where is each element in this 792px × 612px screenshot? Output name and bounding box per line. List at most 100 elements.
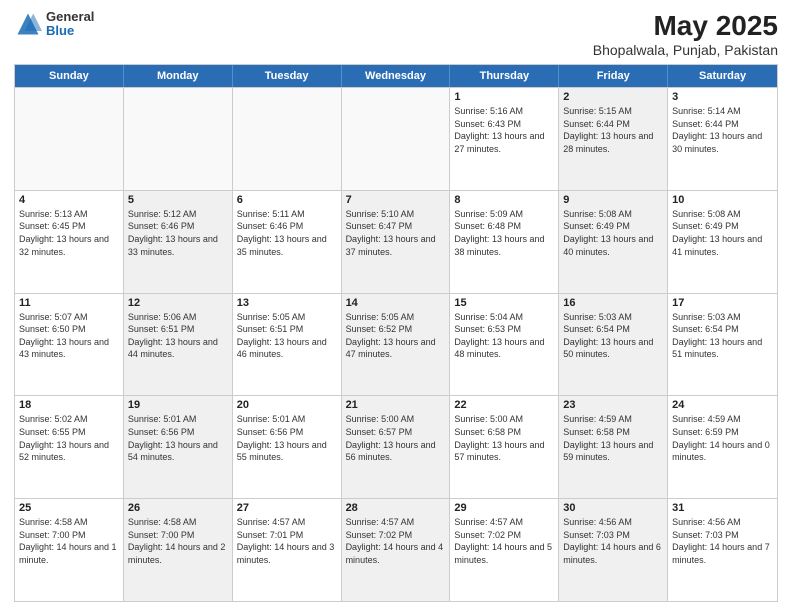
sunset-text: Sunset: 6:50 PM [19, 323, 119, 336]
calendar-cell: 28Sunrise: 4:57 AMSunset: 7:02 PMDayligh… [342, 499, 451, 601]
daylight-text: Daylight: 14 hours and 0 minutes. [672, 439, 773, 464]
sunset-text: Sunset: 7:00 PM [128, 529, 228, 542]
daylight-text: Daylight: 13 hours and 27 minutes. [454, 130, 554, 155]
sunset-text: Sunset: 6:47 PM [346, 220, 446, 233]
sunset-text: Sunset: 7:02 PM [346, 529, 446, 542]
day-number: 28 [346, 502, 446, 514]
logo-blue-text: Blue [46, 24, 94, 38]
day-number: 16 [563, 297, 663, 309]
day-header-friday: Friday [559, 65, 668, 87]
day-header-tuesday: Tuesday [233, 65, 342, 87]
page: General Blue May 2025 Bhopalwala, Punjab… [0, 0, 792, 612]
sunset-text: Sunset: 6:56 PM [237, 426, 337, 439]
day-number: 7 [346, 194, 446, 206]
day-number: 18 [19, 399, 119, 411]
sunrise-text: Sunrise: 4:58 AM [19, 516, 119, 529]
day-number: 15 [454, 297, 554, 309]
daylight-text: Daylight: 14 hours and 1 minute. [19, 541, 119, 566]
day-header-monday: Monday [124, 65, 233, 87]
sunset-text: Sunset: 6:44 PM [563, 118, 663, 131]
calendar-cell: 3Sunrise: 5:14 AMSunset: 6:44 PMDaylight… [668, 88, 777, 190]
daylight-text: Daylight: 13 hours and 51 minutes. [672, 336, 773, 361]
calendar-cell: 31Sunrise: 4:56 AMSunset: 7:03 PMDayligh… [668, 499, 777, 601]
day-number: 21 [346, 399, 446, 411]
calendar-subtitle: Bhopalwala, Punjab, Pakistan [593, 42, 778, 58]
sunset-text: Sunset: 6:51 PM [237, 323, 337, 336]
day-number: 9 [563, 194, 663, 206]
day-number: 13 [237, 297, 337, 309]
sunset-text: Sunset: 6:48 PM [454, 220, 554, 233]
sunset-text: Sunset: 6:57 PM [346, 426, 446, 439]
day-number: 23 [563, 399, 663, 411]
day-header-saturday: Saturday [668, 65, 777, 87]
daylight-text: Daylight: 14 hours and 7 minutes. [672, 541, 773, 566]
daylight-text: Daylight: 13 hours and 57 minutes. [454, 439, 554, 464]
daylight-text: Daylight: 14 hours and 5 minutes. [454, 541, 554, 566]
day-number: 4 [19, 194, 119, 206]
calendar-cell: 15Sunrise: 5:04 AMSunset: 6:53 PMDayligh… [450, 294, 559, 396]
sunrise-text: Sunrise: 5:03 AM [563, 311, 663, 324]
sunrise-text: Sunrise: 5:09 AM [454, 208, 554, 221]
calendar-cell: 17 Sunrise: 5:03 AMSunset: 6:54 PMDayligh… [668, 294, 777, 396]
daylight-text: Daylight: 13 hours and 44 minutes. [128, 336, 228, 361]
sunrise-text: Sunrise: 4:56 AM [563, 516, 663, 529]
day-header-wednesday: Wednesday [342, 65, 451, 87]
day-number: 22 [454, 399, 554, 411]
calendar-cell [233, 88, 342, 190]
day-number: 26 [128, 502, 228, 514]
calendar-cell: 11Sunrise: 5:07 AMSunset: 6:50 PMDayligh… [15, 294, 124, 396]
calendar-cell: 4Sunrise: 5:13 AMSunset: 6:45 PMDaylight… [15, 191, 124, 293]
sunset-text: Sunset: 6:59 PM [672, 426, 773, 439]
daylight-text: Daylight: 13 hours and 56 minutes. [346, 439, 446, 464]
sunrise-text: Sunrise: 5:14 AM [672, 105, 773, 118]
daylight-text: Daylight: 13 hours and 46 minutes. [237, 336, 337, 361]
sunset-text: Sunset: 6:58 PM [563, 426, 663, 439]
calendar-cell: 10Sunrise: 5:08 AMSunset: 6:49 PMDayligh… [668, 191, 777, 293]
calendar-cell: 14Sunrise: 5:05 AMSunset: 6:52 PMDayligh… [342, 294, 451, 396]
day-header-thursday: Thursday [450, 65, 559, 87]
calendar-cell [342, 88, 451, 190]
sunset-text: Sunset: 7:03 PM [672, 529, 773, 542]
sunrise-text: Sunrise: 5:03 AM [672, 311, 773, 324]
calendar-cell: 13Sunrise: 5:05 AMSunset: 6:51 PMDayligh… [233, 294, 342, 396]
calendar-cell: 21Sunrise: 5:00 AMSunset: 6:57 PMDayligh… [342, 396, 451, 498]
daylight-text: Daylight: 13 hours and 35 minutes. [237, 233, 337, 258]
day-number: 19 [128, 399, 228, 411]
daylight-text: Daylight: 13 hours and 55 minutes. [237, 439, 337, 464]
sunset-text: Sunset: 6:45 PM [19, 220, 119, 233]
daylight-text: Daylight: 13 hours and 41 minutes. [672, 233, 773, 258]
daylight-text: Daylight: 13 hours and 54 minutes. [128, 439, 228, 464]
calendar-cell: 19Sunrise: 5:01 AMSunset: 6:56 PMDayligh… [124, 396, 233, 498]
sunset-text: Sunset: 6:55 PM [19, 426, 119, 439]
header: General Blue May 2025 Bhopalwala, Punjab… [14, 10, 778, 58]
logo-text: General Blue [46, 10, 94, 39]
sunrise-text: Sunrise: 4:59 AM [563, 413, 663, 426]
sunrise-text: Sunrise: 5:15 AM [563, 105, 663, 118]
daylight-text: Daylight: 13 hours and 30 minutes. [672, 130, 773, 155]
sunrise-text: Sunrise: 5:10 AM [346, 208, 446, 221]
sunset-text: Sunset: 7:03 PM [563, 529, 663, 542]
calendar-row-1: 1Sunrise: 5:16 AMSunset: 6:43 PMDaylight… [15, 87, 777, 190]
sunrise-text: Sunrise: 5:07 AM [19, 311, 119, 324]
sunrise-text: Sunrise: 4:57 AM [237, 516, 337, 529]
sunrise-text: Sunrise: 4:58 AM [128, 516, 228, 529]
day-number: 31 [672, 502, 773, 514]
calendar-cell: 12Sunrise: 5:06 AMSunset: 6:51 PMDayligh… [124, 294, 233, 396]
sunset-text: Sunset: 6:54 PM [672, 323, 773, 336]
calendar-cell: 26Sunrise: 4:58 AMSunset: 7:00 PMDayligh… [124, 499, 233, 601]
calendar-cell: 18Sunrise: 5:02 AMSunset: 6:55 PMDayligh… [15, 396, 124, 498]
sunset-text: Sunset: 6:49 PM [563, 220, 663, 233]
sunrise-text: Sunrise: 5:16 AM [454, 105, 554, 118]
calendar-row-2: 4Sunrise: 5:13 AMSunset: 6:45 PMDaylight… [15, 190, 777, 293]
day-number: 12 [128, 297, 228, 309]
daylight-text: Daylight: 13 hours and 47 minutes. [346, 336, 446, 361]
calendar-cell: 7Sunrise: 5:10 AMSunset: 6:47 PMDaylight… [342, 191, 451, 293]
day-number: 10 [672, 194, 773, 206]
day-number: 17 [672, 297, 773, 309]
day-number: 1 [454, 91, 554, 103]
day-number: 29 [454, 502, 554, 514]
day-number: 27 [237, 502, 337, 514]
sunset-text: Sunset: 6:56 PM [128, 426, 228, 439]
calendar-cell: 16Sunrise: 5:03 AMSunset: 6:54 PMDayligh… [559, 294, 668, 396]
calendar-cell: 29Sunrise: 4:57 AMSunset: 7:02 PMDayligh… [450, 499, 559, 601]
